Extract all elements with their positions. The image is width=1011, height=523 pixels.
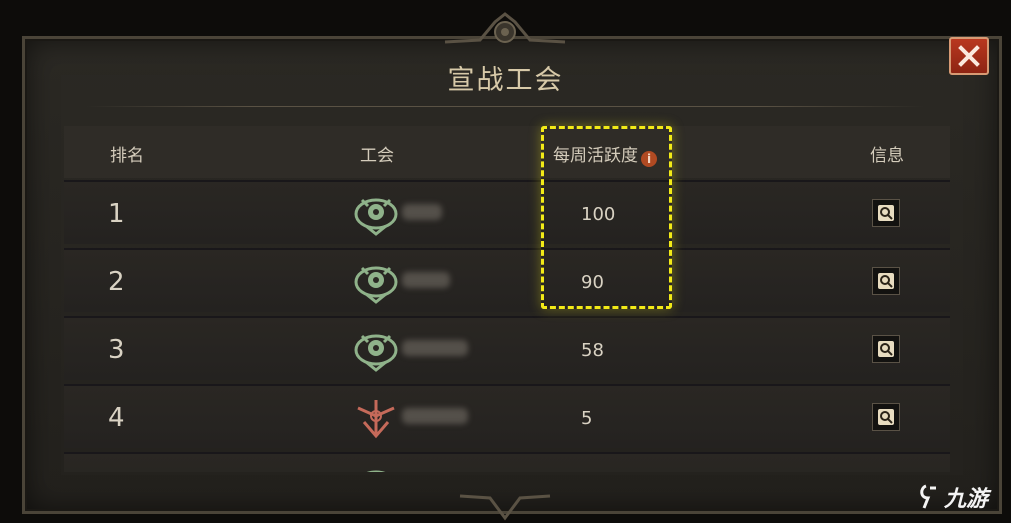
rank-number: 4 bbox=[108, 403, 125, 433]
guild-info-button[interactable] bbox=[872, 199, 900, 227]
table-row: 2 90 bbox=[64, 248, 950, 312]
bottom-ornament-icon bbox=[459, 494, 551, 521]
guild-emblem-green-icon bbox=[354, 334, 398, 372]
nine-game-logo-icon bbox=[920, 484, 936, 509]
guild-info-button[interactable] bbox=[872, 335, 900, 363]
guild-name-blurred bbox=[402, 272, 450, 288]
guild-name-blurred bbox=[402, 204, 442, 220]
table-row: 4 5 bbox=[64, 384, 950, 448]
close-button[interactable] bbox=[949, 37, 989, 75]
table-row: 3 58 bbox=[64, 316, 950, 380]
title-divider bbox=[85, 106, 925, 107]
guild-emblem-green-icon bbox=[354, 198, 398, 236]
guild-name-blurred bbox=[402, 408, 468, 424]
table-header: 排名 工会 每周活跃度 i 信息 bbox=[64, 126, 950, 178]
guild-emblem-green-icon bbox=[354, 266, 398, 304]
activity-column-highlight bbox=[541, 126, 672, 309]
activity-value: 5 bbox=[581, 408, 593, 429]
watermark: 九游 bbox=[918, 482, 988, 512]
close-x-icon bbox=[958, 45, 980, 67]
scroll-search-icon bbox=[878, 273, 894, 289]
activity-value: 58 bbox=[581, 340, 604, 361]
table-row bbox=[64, 452, 950, 472]
header-rank: 排名 bbox=[110, 146, 144, 166]
rank-number: 1 bbox=[108, 199, 125, 229]
guild-info-button[interactable] bbox=[872, 267, 900, 295]
watermark-text: 九游 bbox=[944, 487, 989, 512]
top-ornament-icon bbox=[444, 12, 566, 44]
header-guild: 工会 bbox=[360, 146, 394, 166]
table-row: 1 100 bbox=[64, 180, 950, 244]
rank-number: 2 bbox=[108, 267, 125, 297]
guild-emblem-green-icon bbox=[366, 470, 386, 472]
scroll-search-icon bbox=[878, 409, 894, 425]
scroll-search-icon bbox=[878, 341, 894, 357]
guild-info-button[interactable] bbox=[872, 403, 900, 431]
rank-number: 3 bbox=[108, 335, 125, 365]
scroll-search-icon bbox=[878, 205, 894, 221]
guild-emblem-red-icon bbox=[357, 400, 395, 439]
guild-ranking-table: 排名 工会 每周活跃度 i 信息 1 100 2 90 3 58 4 5 bbox=[64, 126, 950, 472]
header-info: 信息 bbox=[870, 146, 904, 166]
guild-name-blurred bbox=[402, 340, 468, 356]
dialog-title: 宣战工会 bbox=[447, 65, 564, 96]
